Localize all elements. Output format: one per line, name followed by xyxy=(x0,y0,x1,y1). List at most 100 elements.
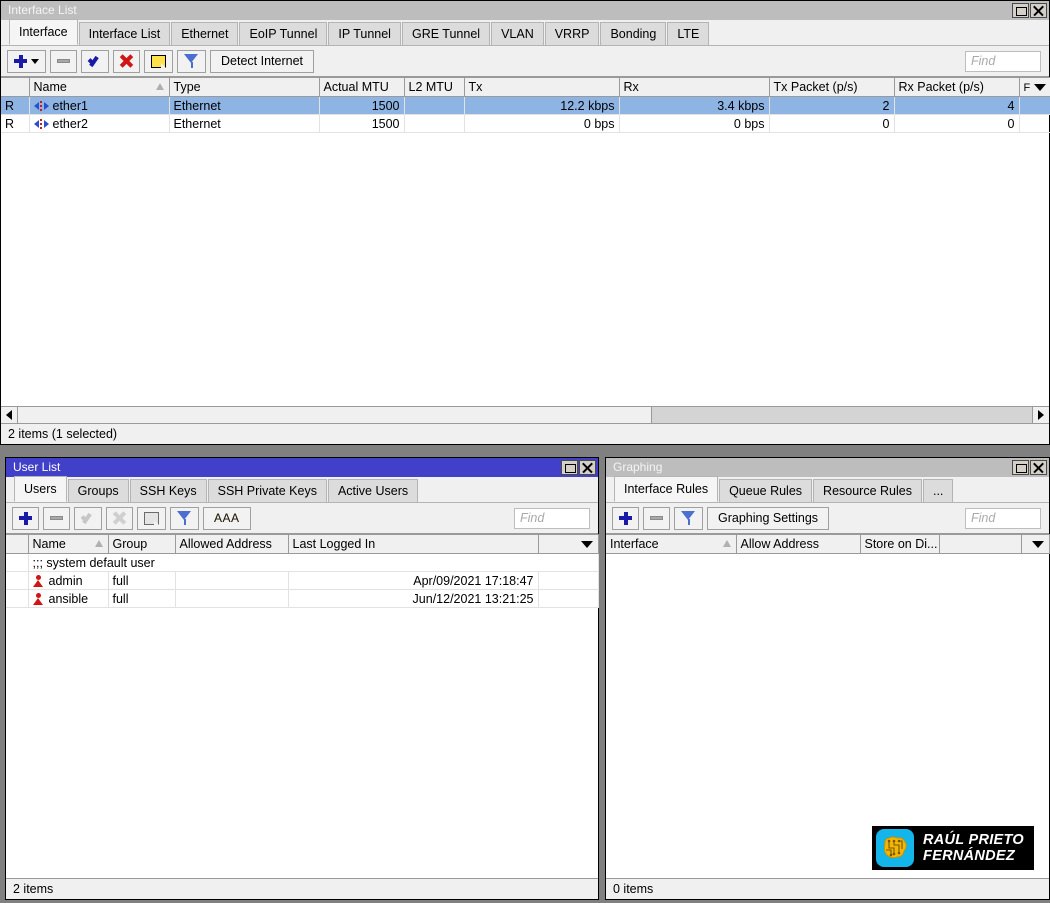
graphing-find-input[interactable]: Find xyxy=(965,507,1041,529)
graphing-toolbar[interactable]: Graphing Settings Find xyxy=(606,503,1049,534)
filter-button[interactable] xyxy=(177,49,206,73)
tab-vrrp[interactable]: VRRP xyxy=(544,22,600,45)
add-interface-button[interactable] xyxy=(7,49,46,73)
table-row[interactable]: R ether1 Ethernet 1500 12.2 kbps 3.4 kbp… xyxy=(1,96,1050,115)
col-user-name[interactable]: Name xyxy=(28,534,109,554)
remove-user-button[interactable] xyxy=(43,506,70,530)
user-list-titlebar[interactable]: User List xyxy=(6,458,598,477)
tab-groups[interactable]: Groups xyxy=(67,479,129,502)
col-allowed-address[interactable]: Allowed Address xyxy=(175,534,289,554)
row-rx: 0 bps xyxy=(619,114,770,133)
graphing-table[interactable]: Interface Allow Address Store on Di... xyxy=(606,534,1050,554)
graphing-tabstrip[interactable]: Interface Rules Queue Rules Resource Rul… xyxy=(606,476,1049,503)
row-l2-mtu xyxy=(404,114,465,133)
scrollbar-thumb[interactable] xyxy=(18,407,652,423)
tab-ip-tunnel[interactable]: IP Tunnel xyxy=(328,22,401,45)
col-tx[interactable]: Tx xyxy=(464,77,620,97)
tab-ssh-keys[interactable]: SSH Keys xyxy=(129,479,207,502)
disable-user-button[interactable] xyxy=(106,506,133,530)
col-store-on-disk[interactable]: Store on Di... xyxy=(860,534,940,554)
tab-interface-list[interactable]: Interface List xyxy=(78,22,171,45)
graphing-titlebar[interactable]: Graphing xyxy=(606,458,1049,477)
add-rule-button[interactable] xyxy=(612,506,639,530)
user-find-input[interactable]: Find xyxy=(514,507,590,529)
graphing-column-chooser-button[interactable] xyxy=(1021,534,1050,554)
tab-queue-rules[interactable]: Queue Rules xyxy=(719,479,813,502)
col-rx[interactable]: Rx xyxy=(619,77,770,97)
user-column-chooser-button[interactable] xyxy=(538,534,599,554)
maximize-icon[interactable] xyxy=(561,460,578,475)
user-tabstrip[interactable]: Users Groups SSH Keys SSH Private Keys A… xyxy=(6,476,598,503)
tab-ssh-private-keys[interactable]: SSH Private Keys xyxy=(207,479,327,502)
row-name: ether1 xyxy=(29,96,170,115)
col-allow-address[interactable]: Allow Address xyxy=(736,534,861,554)
tab-users[interactable]: Users xyxy=(14,476,67,502)
table-row[interactable]: ansible full Jun/12/2021 13:21:25 xyxy=(6,589,599,608)
close-icon[interactable] xyxy=(1030,3,1047,18)
maximize-icon[interactable] xyxy=(1012,460,1029,475)
col-name[interactable]: Name xyxy=(29,77,170,97)
enable-user-button[interactable] xyxy=(74,506,102,530)
tab-vlan[interactable]: VLAN xyxy=(491,22,544,45)
interface-find-input[interactable]: Find xyxy=(965,50,1041,72)
interface-tabstrip[interactable]: Interface Interface List Ethernet EoIP T… xyxy=(1,19,1049,46)
aaa-button[interactable]: AAA xyxy=(203,506,251,530)
graphing-status-bar: 0 items xyxy=(606,878,1049,899)
tab-lte[interactable]: LTE xyxy=(667,22,710,45)
column-chooser-button[interactable]: F xyxy=(1019,77,1050,97)
chevron-down-icon xyxy=(580,541,593,548)
user-filter-button[interactable] xyxy=(170,506,199,530)
interface-toolbar[interactable]: Detect Internet Find xyxy=(1,46,1049,77)
maximize-icon[interactable] xyxy=(1012,3,1029,18)
list-item[interactable]: ;;; system default user xyxy=(6,553,599,572)
col-graph-blank[interactable] xyxy=(939,534,1022,554)
col-graph-interface[interactable]: Interface xyxy=(606,534,737,554)
remove-rule-button[interactable] xyxy=(643,506,670,530)
tab-eoip-tunnel[interactable]: EoIP Tunnel xyxy=(239,22,328,45)
check-icon xyxy=(88,56,102,67)
interface-list-titlebar[interactable]: Interface List xyxy=(1,1,1049,20)
interface-list-window[interactable]: Interface List Interface Interface List … xyxy=(0,0,1050,445)
interface-table[interactable]: Name Type Actual MTU L2 MTU Tx Rx Tx Pac… xyxy=(1,77,1050,133)
col-user-flags[interactable] xyxy=(6,534,29,554)
tab-more[interactable]: ... xyxy=(922,479,954,502)
remove-interface-button[interactable] xyxy=(50,49,77,73)
table-row[interactable]: R ether2 Ethernet 1500 0 bps 0 bps 0 0 xyxy=(1,114,1050,133)
col-tx-packet[interactable]: Tx Packet (p/s) xyxy=(769,77,895,97)
col-rx-packet[interactable]: Rx Packet (p/s) xyxy=(894,77,1020,97)
disable-interface-button[interactable] xyxy=(113,49,140,73)
add-user-button[interactable] xyxy=(12,506,39,530)
col-flags[interactable] xyxy=(1,77,30,97)
col-type[interactable]: Type xyxy=(169,77,320,97)
detect-internet-button[interactable]: Detect Internet xyxy=(210,49,314,73)
graphing-filter-button[interactable] xyxy=(674,506,703,530)
user-toolbar[interactable]: AAA Find xyxy=(6,503,598,534)
close-icon[interactable] xyxy=(579,460,596,475)
tab-active-users[interactable]: Active Users xyxy=(327,479,419,502)
close-icon[interactable] xyxy=(1030,460,1047,475)
cross-icon xyxy=(120,55,133,68)
col-l2-mtu[interactable]: L2 MTU xyxy=(404,77,465,97)
tab-bonding[interactable]: Bonding xyxy=(600,22,667,45)
col-last-logged-in[interactable]: Last Logged In xyxy=(288,534,539,554)
tab-gre-tunnel[interactable]: GRE Tunnel xyxy=(401,22,491,45)
tab-ethernet[interactable]: Ethernet xyxy=(171,22,239,45)
scroll-left-button[interactable] xyxy=(1,407,18,423)
tab-interface[interactable]: Interface xyxy=(9,19,78,45)
row-type: Ethernet xyxy=(169,96,320,115)
tab-resource-rules[interactable]: Resource Rules xyxy=(813,479,922,502)
horizontal-scrollbar[interactable] xyxy=(1,406,1049,423)
row-flag: R xyxy=(1,96,30,115)
comment-button[interactable] xyxy=(144,49,173,73)
graphing-settings-button[interactable]: Graphing Settings xyxy=(707,506,830,530)
col-actual-mtu[interactable]: Actual MTU xyxy=(319,77,405,97)
user-list-window[interactable]: User List Users Groups SSH Keys SSH Priv… xyxy=(5,457,599,900)
enable-interface-button[interactable] xyxy=(81,49,109,73)
user-comment-button[interactable] xyxy=(137,506,166,530)
scroll-right-button[interactable] xyxy=(1032,407,1049,423)
tab-interface-rules[interactable]: Interface Rules xyxy=(614,476,719,502)
scrollbar-track[interactable] xyxy=(652,407,1032,423)
col-user-group[interactable]: Group xyxy=(108,534,176,554)
user-table[interactable]: Name Group Allowed Address Last Logged I… xyxy=(6,534,599,608)
table-row[interactable]: admin full Apr/09/2021 17:18:47 xyxy=(6,571,599,590)
